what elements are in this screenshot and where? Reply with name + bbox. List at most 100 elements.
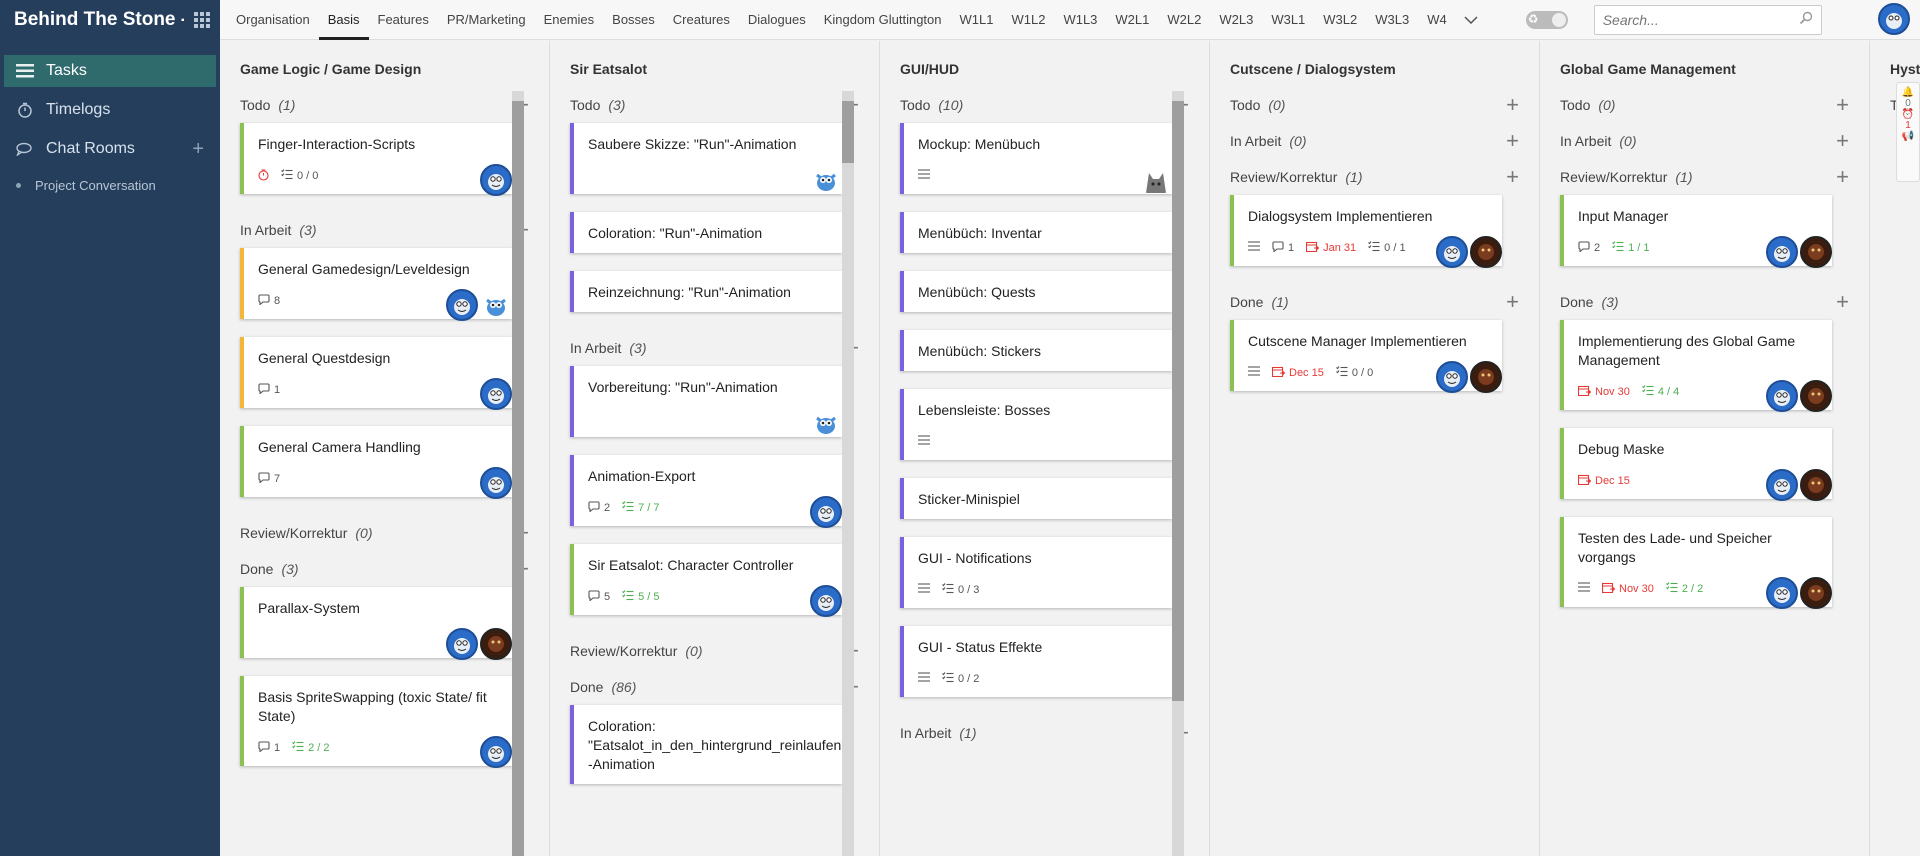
avatar[interactable] xyxy=(1470,236,1502,268)
tab-w3l1[interactable]: W3L1 xyxy=(1262,0,1314,40)
tab-dialogues[interactable]: Dialogues xyxy=(739,0,815,40)
tab-organisation[interactable]: Organisation xyxy=(227,0,319,40)
sidebar-item-tasks[interactable]: Tasks xyxy=(4,55,216,87)
search-icon[interactable] xyxy=(1799,11,1813,28)
task-card[interactable]: Finger-Interaction-Scripts 0 / 0 xyxy=(240,123,512,196)
sidebar-subitem-project-conversation[interactable]: Project Conversation xyxy=(0,172,220,198)
column-scrollbar[interactable] xyxy=(842,91,854,856)
column-scrollbar[interactable] xyxy=(1172,91,1184,856)
tab-w2l2[interactable]: W2L2 xyxy=(1158,0,1210,40)
avatar[interactable] xyxy=(810,407,842,439)
task-card[interactable]: Reinzeichnung: "Run"-Animation xyxy=(570,271,842,312)
avatar[interactable] xyxy=(480,736,512,768)
avatar[interactable] xyxy=(480,164,512,196)
tab-w2l3[interactable]: W2L3 xyxy=(1210,0,1262,40)
column-title[interactable]: Game Logic / Game Design xyxy=(240,41,529,87)
avatar[interactable] xyxy=(810,496,842,528)
task-card[interactable]: Saubere Skizze: "Run"-Animation xyxy=(570,123,842,194)
avatar[interactable] xyxy=(1800,577,1832,609)
task-card[interactable]: Cutscene Manager Implementieren Dec 15 0 /… xyxy=(1230,320,1502,393)
add-task-icon[interactable]: + xyxy=(1836,94,1849,116)
apps-grid-icon[interactable] xyxy=(194,12,210,28)
sidebar-item-chat-rooms[interactable]: Chat Rooms + xyxy=(4,133,216,165)
tab-features[interactable]: Features xyxy=(369,0,438,40)
add-task-icon[interactable]: + xyxy=(1506,166,1519,188)
task-card[interactable]: Dialogsystem Implementieren 1 Jan 31 0 / 1 xyxy=(1230,195,1502,268)
tab-pr-marketing[interactable]: PR/Marketing xyxy=(438,0,535,40)
avatar[interactable] xyxy=(1800,380,1832,412)
add-task-icon[interactable]: + xyxy=(1506,94,1519,116)
column-title[interactable]: Sir Eatsalot xyxy=(570,41,859,87)
task-card[interactable]: GUI - Status Effekte 0 / 2 xyxy=(900,626,1172,697)
column-scrollbar[interactable] xyxy=(512,91,524,856)
avatar[interactable] xyxy=(1436,361,1468,393)
avatar[interactable] xyxy=(480,289,512,321)
task-card[interactable]: Vorbereitung: "Run"-Animation xyxy=(570,366,842,437)
task-card[interactable]: Input Manager 2 1 / 1 xyxy=(1560,195,1832,268)
tab-enemies[interactable]: Enemies xyxy=(535,0,604,40)
bell-icon[interactable]: 🔔 xyxy=(1897,87,1919,98)
task-card[interactable]: Lebensleiste: Bosses xyxy=(900,389,1172,460)
task-card[interactable]: Coloration: "Eatsalot_in_den_hintergrund… xyxy=(570,705,846,784)
avatar[interactable] xyxy=(810,164,842,196)
megaphone-icon[interactable]: 📢 xyxy=(1897,131,1919,142)
task-card[interactable]: GUI - Notifications 0 / 3 xyxy=(900,537,1172,608)
task-card[interactable]: Implementierung des Global Game Manageme… xyxy=(1560,320,1832,412)
add-task-icon[interactable]: + xyxy=(1506,291,1519,313)
avatar[interactable] xyxy=(480,467,512,499)
avatar[interactable] xyxy=(480,628,512,660)
avatar[interactable] xyxy=(480,378,512,410)
avatar[interactable] xyxy=(1800,236,1832,268)
tab-w1l1[interactable]: W1L1 xyxy=(951,0,1003,40)
task-card[interactable]: Sir Eatsalot: Character Controller 5 5 / 5 xyxy=(570,544,842,617)
avatar[interactable] xyxy=(810,585,842,617)
tab-w3l3[interactable]: W3L3 xyxy=(1366,0,1418,40)
task-card[interactable]: Menübüch: Stickers xyxy=(900,330,1172,371)
avatar[interactable] xyxy=(446,628,478,660)
scrollbar-thumb[interactable] xyxy=(512,101,524,856)
add-task-icon[interactable]: + xyxy=(1836,291,1849,313)
task-card[interactable]: Menübüch: Quests xyxy=(900,271,1172,312)
column-title[interactable]: Cutscene / Dialogsystem xyxy=(1230,41,1519,87)
add-task-icon[interactable]: + xyxy=(1836,130,1849,152)
more-tabs-chevron-icon[interactable] xyxy=(1456,0,1486,40)
task-card[interactable]: Parallax-System xyxy=(240,587,512,660)
tab-w3l2[interactable]: W3L2 xyxy=(1314,0,1366,40)
view-toggle[interactable]: ♻ xyxy=(1525,10,1568,29)
add-task-icon[interactable]: + xyxy=(1506,130,1519,152)
search-input[interactable] xyxy=(1602,11,1799,28)
user-avatar[interactable] xyxy=(1878,3,1910,35)
avatar[interactable] xyxy=(1140,164,1172,196)
tab-kingdom-gluttington[interactable]: Kingdom Gluttington xyxy=(815,0,951,40)
sidebar-item-timelogs[interactable]: Timelogs xyxy=(4,94,216,126)
column-title[interactable]: Hyst xyxy=(1890,41,1920,87)
task-card[interactable]: Animation-Export 2 7 / 7 xyxy=(570,455,842,528)
tab-w1l3[interactable]: W1L3 xyxy=(1054,0,1106,40)
column-title[interactable]: Global Game Management xyxy=(1560,41,1849,87)
task-card[interactable]: General Camera Handling 7 xyxy=(240,426,512,499)
avatar[interactable] xyxy=(1766,380,1798,412)
avatar[interactable] xyxy=(446,289,478,321)
scrollbar-thumb[interactable] xyxy=(842,101,854,163)
column-title[interactable]: GUI/HUD xyxy=(900,41,1189,87)
task-card[interactable]: Sticker-Minispiel xyxy=(900,478,1172,519)
avatar[interactable] xyxy=(1436,236,1468,268)
task-card[interactable]: General Questdesign 1 xyxy=(240,337,512,410)
task-card[interactable]: Coloration: "Run"-Animation xyxy=(570,212,842,253)
avatar[interactable] xyxy=(1470,361,1502,393)
task-card[interactable]: Debug Maske Dec 15 xyxy=(1560,428,1832,501)
alarm-icon[interactable]: ⏰ xyxy=(1897,109,1919,120)
add-task-icon[interactable]: + xyxy=(1836,166,1849,188)
task-card[interactable]: Basis SpriteSwapping (toxic State/ fit S… xyxy=(240,676,512,768)
task-card[interactable]: Menübüch: Inventar xyxy=(900,212,1172,253)
task-card[interactable]: General Gamedesign/Leveldesign 8 xyxy=(240,248,512,321)
tab-bosses[interactable]: Bosses xyxy=(603,0,664,40)
avatar[interactable] xyxy=(1766,577,1798,609)
avatar[interactable] xyxy=(1766,469,1798,501)
scrollbar-thumb[interactable] xyxy=(1172,101,1184,701)
tab-creatures[interactable]: Creatures xyxy=(664,0,739,40)
add-chat-room-icon[interactable]: + xyxy=(192,139,204,159)
tab-basis[interactable]: Basis xyxy=(318,0,369,40)
tab-w1l2[interactable]: W1L2 xyxy=(1002,0,1054,40)
project-title[interactable]: Behind The Stone - ... xyxy=(14,9,184,31)
